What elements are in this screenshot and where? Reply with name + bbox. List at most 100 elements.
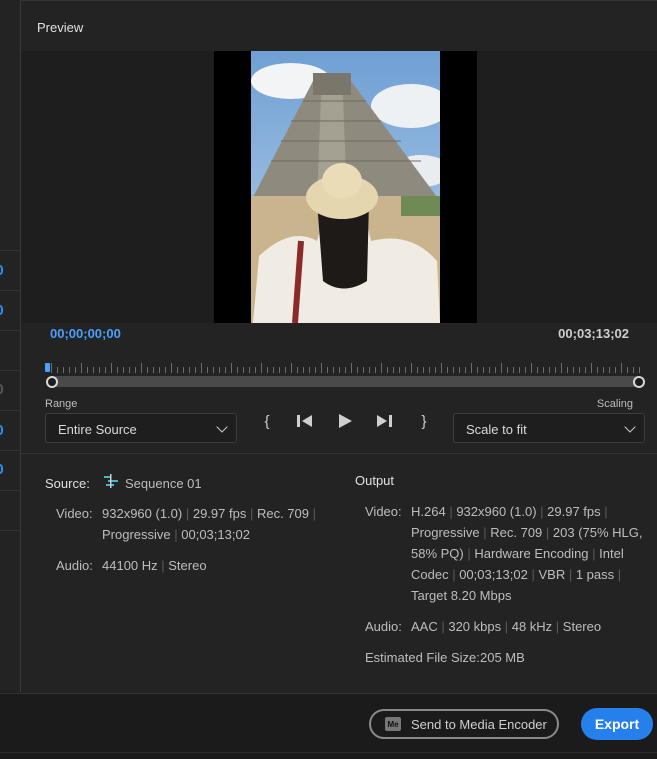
ruler-tick: [279, 367, 280, 373]
keyframe-indicator[interactable]: [0, 464, 3, 474]
output-passes: 1 pass: [575, 567, 615, 582]
ruler-tick: [459, 367, 460, 373]
play-icon: [339, 414, 352, 428]
output-resolution: 932x960 (1.0): [456, 504, 537, 519]
ruler-tick: [417, 367, 418, 373]
timecode-start[interactable]: 00;00;00;00: [50, 326, 121, 341]
ruler-tick: [177, 367, 178, 373]
ruler-tick: [411, 363, 412, 373]
ruler-tick: [357, 367, 358, 373]
ruler-tick: [519, 367, 520, 373]
timeline-track[interactable]: [50, 376, 639, 387]
step-back-icon: [297, 415, 312, 427]
keyframe-indicator[interactable]: [0, 265, 3, 275]
ruler-tick: [567, 367, 568, 373]
ruler-tick: [309, 367, 310, 373]
play-button[interactable]: [335, 411, 355, 431]
send-to-media-encoder-button[interactable]: Me Send to Media Encoder: [369, 709, 559, 739]
keyframe-indicator[interactable]: [0, 425, 3, 435]
step-back-button[interactable]: [295, 411, 315, 431]
timecode-end: 00;03;13;02: [558, 326, 629, 341]
ruler-tick: [597, 367, 598, 373]
output-hdr-a: 203 (75% HLG,: [552, 525, 643, 540]
ruler-tick: [621, 363, 622, 373]
out-point-handle[interactable]: [633, 376, 645, 388]
scaling-dropdown[interactable]: Scale to fit: [453, 413, 645, 443]
output-codec: H.264: [411, 504, 446, 519]
export-button[interactable]: Export: [581, 708, 653, 740]
mark-in-button[interactable]: {: [257, 411, 277, 431]
divider: [0, 530, 20, 531]
output-colorspace: Rec. 709: [490, 525, 543, 540]
ruler-tick: [249, 367, 250, 373]
in-point-handle[interactable]: [46, 376, 58, 388]
ruler-tick: [531, 363, 532, 373]
video-frame: [214, 51, 477, 323]
ruler-tick: [69, 367, 70, 373]
ruler-tick: [363, 367, 364, 373]
estimated-size-value: 205 MB: [480, 650, 525, 665]
keyframe-indicator[interactable]: [0, 384, 3, 394]
source-video-line1: 932x960 (1.0) | 29.97 fps | Rec. 709 |: [102, 506, 316, 521]
output-bitrate-mode: VBR: [538, 567, 566, 582]
ruler-tick: [579, 367, 580, 373]
ruler-tick: [627, 367, 628, 373]
output-codec-word: Codec: [411, 567, 449, 582]
step-forward-button[interactable]: [374, 411, 394, 431]
ruler-tick: [423, 367, 424, 373]
ruler-tick: [81, 363, 82, 373]
sequence-name: Sequence 01: [125, 476, 202, 491]
divider: [0, 250, 20, 251]
send-to-media-encoder-label: Send to Media Encoder: [411, 716, 547, 732]
ruler-tick: [399, 367, 400, 373]
output-encoding: Hardware Encoding: [474, 546, 589, 561]
range-label: Range: [45, 398, 78, 410]
ruler-tick: [141, 363, 142, 373]
output-video-line: Codec | 00;03;13;02 | VBR | 1 pass |: [411, 567, 622, 582]
divider: [0, 330, 20, 331]
keyframe-indicator[interactable]: [0, 305, 3, 315]
timeline-ruler[interactable]: [51, 363, 640, 373]
ruler-tick: [291, 363, 292, 373]
ruler-tick: [507, 367, 508, 373]
source-video-resolution: 932x960 (1.0): [102, 506, 183, 521]
divider: [0, 370, 20, 371]
ruler-tick: [489, 367, 490, 373]
ruler-tick: [51, 363, 52, 373]
output-audio-label: Audio:: [365, 619, 402, 634]
ruler-tick: [375, 367, 376, 373]
divider: [0, 490, 20, 491]
mark-out-button[interactable]: }: [414, 411, 434, 431]
ruler-tick: [273, 367, 274, 373]
output-title: Output: [355, 473, 395, 488]
divider: [0, 450, 20, 451]
ruler-tick: [573, 367, 574, 373]
chevron-down-icon: [216, 421, 228, 433]
ruler-tick: [225, 367, 226, 373]
footer-bar: Me Send to Media Encoder Export: [0, 693, 657, 759]
sequence-icon: [103, 473, 119, 492]
playhead-marker[interactable]: [45, 363, 50, 372]
divider: [0, 410, 20, 411]
ruler-tick: [549, 367, 550, 373]
export-label: Export: [594, 716, 640, 732]
output-duration: 00;03;13;02: [459, 567, 528, 582]
source-video-label: Video:: [56, 506, 93, 521]
scaling-label: Scaling: [596, 398, 633, 410]
ruler-tick: [345, 367, 346, 373]
divider: [0, 752, 657, 753]
ruler-tick: [483, 367, 484, 373]
ruler-tick: [639, 367, 640, 373]
source-video-fps: 29.97 fps: [192, 506, 247, 521]
range-dropdown[interactable]: Entire Source: [45, 413, 237, 443]
ruler-tick: [495, 367, 496, 373]
ruler-tick: [591, 363, 592, 373]
ruler-tick: [543, 367, 544, 373]
output-codec-vendor: Intel: [599, 546, 624, 561]
ruler-tick: [369, 367, 370, 373]
ruler-tick: [327, 367, 328, 373]
ruler-tick: [615, 367, 616, 373]
ruler-tick: [609, 367, 610, 373]
ruler-tick: [153, 367, 154, 373]
ruler-tick: [339, 367, 340, 373]
